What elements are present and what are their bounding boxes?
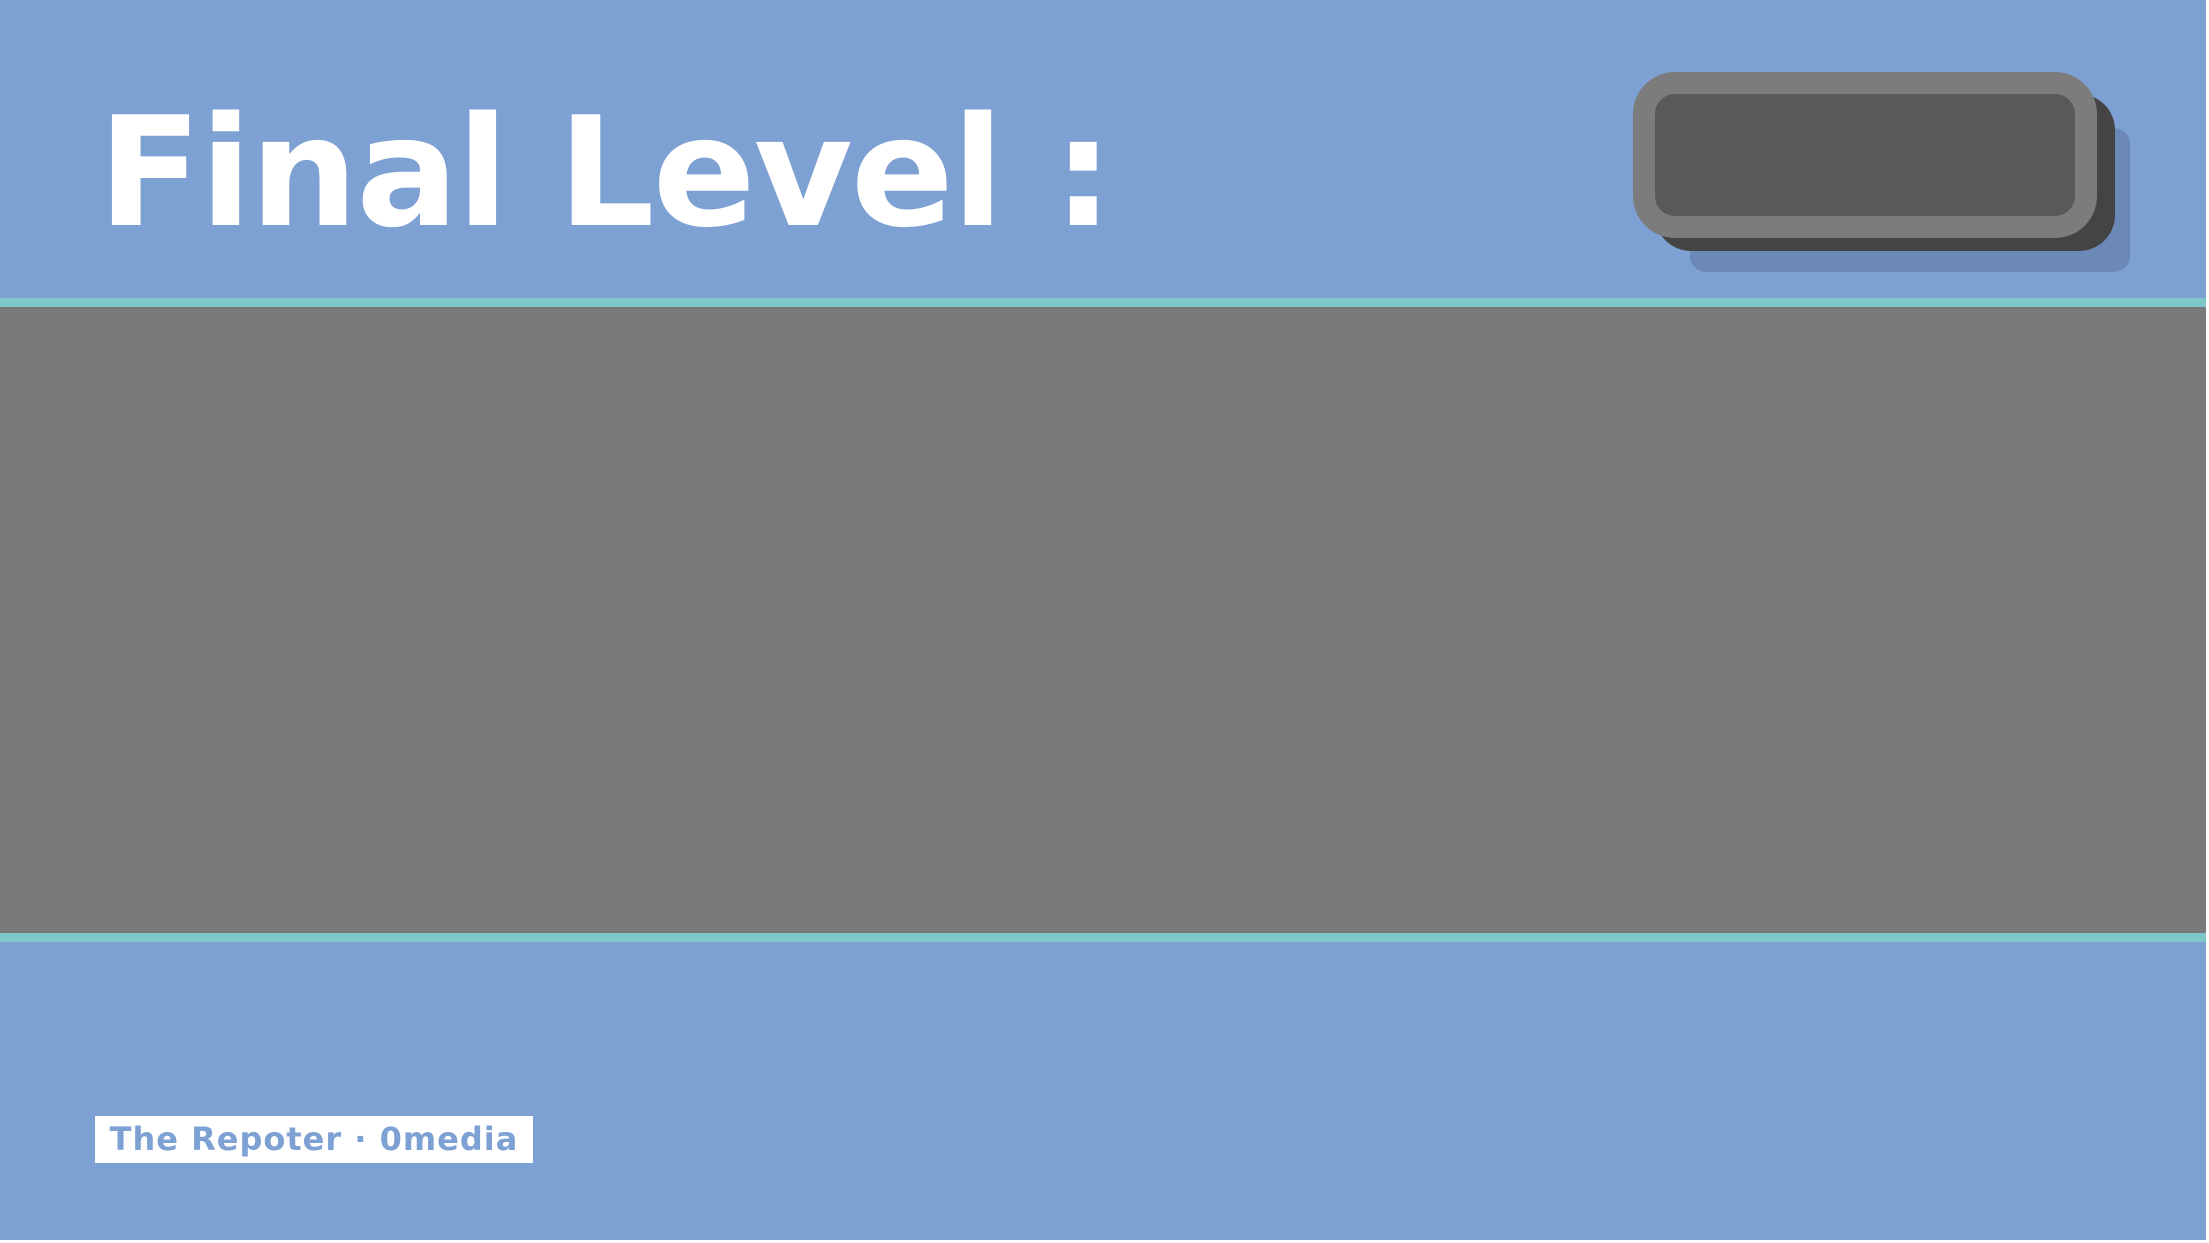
level-value-box	[1633, 72, 2133, 272]
bottom-divider	[0, 933, 2209, 942]
game-screen: Final Level : The Repoter · 0media	[0, 0, 2209, 1243]
page-title: Final Level :	[98, 84, 1114, 261]
level-value	[1633, 72, 2133, 272]
content-area	[0, 307, 2209, 933]
credit-label: The Repoter · 0media	[95, 1116, 533, 1163]
top-divider	[0, 298, 2209, 307]
